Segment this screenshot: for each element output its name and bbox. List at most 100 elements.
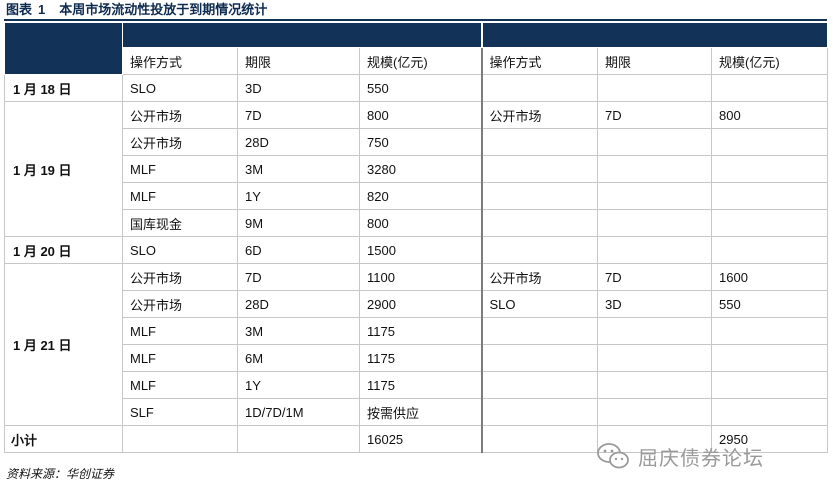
caption-number: 1 bbox=[38, 2, 46, 17]
table-row: 公开市场 28D 750 bbox=[5, 128, 829, 156]
cell bbox=[711, 209, 829, 237]
col-header: 期限 bbox=[597, 47, 713, 75]
cell bbox=[480, 182, 599, 210]
table-row: 公开市场 28D 2900 SLO 3D 550 bbox=[5, 290, 829, 318]
cell bbox=[122, 425, 238, 453]
cell: 28D bbox=[237, 290, 360, 318]
cell bbox=[711, 74, 829, 102]
col-header: 规模(亿元) bbox=[711, 47, 829, 75]
table-row: 1 月 20 日 SLO 6D 1500 bbox=[4, 236, 829, 264]
cell: SLF bbox=[122, 398, 238, 426]
cell: 3D bbox=[597, 290, 713, 318]
caption-label: 图表 bbox=[6, 2, 33, 17]
cell: 公开市场 bbox=[122, 128, 238, 156]
total-label: 小计 bbox=[4, 425, 123, 453]
caption-text: 本周市场流动性投放于到期情况统计 bbox=[59, 2, 268, 17]
cell: 3D bbox=[237, 74, 360, 102]
cell: 3M bbox=[237, 155, 360, 183]
cell: 7D bbox=[597, 101, 713, 129]
col-header: 操作方式 bbox=[480, 47, 599, 75]
cell: 1600 bbox=[711, 263, 829, 291]
cell bbox=[480, 209, 599, 237]
cell bbox=[711, 128, 829, 156]
cell: 1Y bbox=[237, 182, 360, 210]
band-right bbox=[480, 22, 829, 48]
date-cell: 1 月 19 日 bbox=[4, 101, 123, 237]
cell bbox=[480, 317, 599, 345]
band-left bbox=[121, 22, 483, 48]
cell: 800 bbox=[711, 101, 829, 129]
table-row: 1 月 19 日 公开市场 7D 800 公开市场 7D 800 bbox=[4, 101, 829, 237]
cell bbox=[480, 74, 599, 102]
cell: 28D bbox=[237, 128, 360, 156]
source-note: 资料来源：华创证券 bbox=[6, 467, 115, 481]
cell bbox=[597, 371, 713, 399]
table-row: MLF 1Y 820 bbox=[5, 182, 829, 210]
cell bbox=[480, 236, 599, 264]
cell: 公开市场 bbox=[122, 290, 238, 318]
cell: MLF bbox=[122, 344, 238, 372]
cell: MLF bbox=[122, 155, 238, 183]
watermark: 屈庆债券论坛 bbox=[596, 438, 764, 474]
cell: 2900 bbox=[358, 290, 483, 318]
cell: 7D bbox=[597, 263, 713, 291]
cell bbox=[711, 344, 829, 372]
cell: 按需供应 bbox=[358, 398, 483, 426]
cell bbox=[597, 155, 713, 183]
table-row: 1 月 21 日 公开市场 7D 1100 公开市场 7D 1600 bbox=[4, 263, 829, 426]
cell: 公开市场 bbox=[122, 101, 238, 129]
cell: 9M bbox=[237, 209, 360, 237]
date-cell: 1 月 18 日 bbox=[4, 74, 123, 102]
cell bbox=[711, 317, 829, 345]
cell: 3280 bbox=[358, 155, 483, 183]
cell bbox=[711, 182, 829, 210]
cell bbox=[480, 425, 599, 453]
cell bbox=[480, 155, 599, 183]
figure-caption: 图表 1 本周市场流动性投放于到期情况统计 bbox=[6, 0, 267, 20]
col-header: 期限 bbox=[237, 47, 360, 75]
header-band-row bbox=[4, 22, 829, 75]
date-cell: 1 月 20 日 bbox=[4, 236, 123, 264]
liquidity-table: 操作方式 期限 规模(亿元) 操作方式 期限 规模(亿元) 1 月 18 日 S… bbox=[4, 22, 829, 453]
table-row: MLF 3M 3280 bbox=[5, 155, 829, 183]
cell: 7D bbox=[237, 101, 360, 129]
cell: 公开市场 bbox=[122, 263, 238, 291]
cell: 750 bbox=[358, 128, 483, 156]
cell: 7D bbox=[237, 263, 360, 291]
cell: 公开市场 bbox=[480, 263, 599, 291]
watermark-text: 屈庆债券论坛 bbox=[638, 447, 764, 470]
column-header-row: 操作方式 期限 规模(亿元) 操作方式 期限 规模(亿元) bbox=[5, 47, 829, 75]
table-row: MLF 3M 1175 bbox=[5, 317, 829, 345]
table-row: 1 月 18 日 SLO 3D 550 bbox=[4, 74, 829, 102]
caption-rule bbox=[4, 19, 827, 21]
col-header: 规模(亿元) bbox=[358, 47, 483, 75]
table-row: MLF 6M 1175 bbox=[5, 344, 829, 372]
cell bbox=[597, 182, 713, 210]
table-row: MLF 1Y 1175 bbox=[5, 371, 829, 399]
cell: 6M bbox=[237, 344, 360, 372]
cell bbox=[711, 155, 829, 183]
cell: 800 bbox=[358, 101, 483, 129]
cell: 550 bbox=[711, 290, 829, 318]
cell: 820 bbox=[358, 182, 483, 210]
cell bbox=[597, 317, 713, 345]
cell: MLF bbox=[122, 371, 238, 399]
cell: MLF bbox=[122, 182, 238, 210]
date-cell: 1 月 21 日 bbox=[4, 263, 123, 426]
cell bbox=[597, 74, 713, 102]
cell bbox=[711, 236, 829, 264]
wechat-icon bbox=[596, 442, 630, 470]
cell bbox=[237, 425, 360, 453]
cell: 国库现金 bbox=[122, 209, 238, 237]
cell bbox=[597, 344, 713, 372]
cell: 6D bbox=[237, 236, 360, 264]
cell bbox=[480, 398, 599, 426]
total-left-value: 16025 bbox=[358, 425, 483, 453]
cell: 公开市场 bbox=[480, 101, 599, 129]
cell bbox=[597, 398, 713, 426]
cell: 1175 bbox=[358, 317, 483, 345]
cell: SLO bbox=[122, 236, 238, 264]
cell: 1100 bbox=[358, 263, 483, 291]
cell bbox=[597, 128, 713, 156]
cell: SLO bbox=[480, 290, 599, 318]
